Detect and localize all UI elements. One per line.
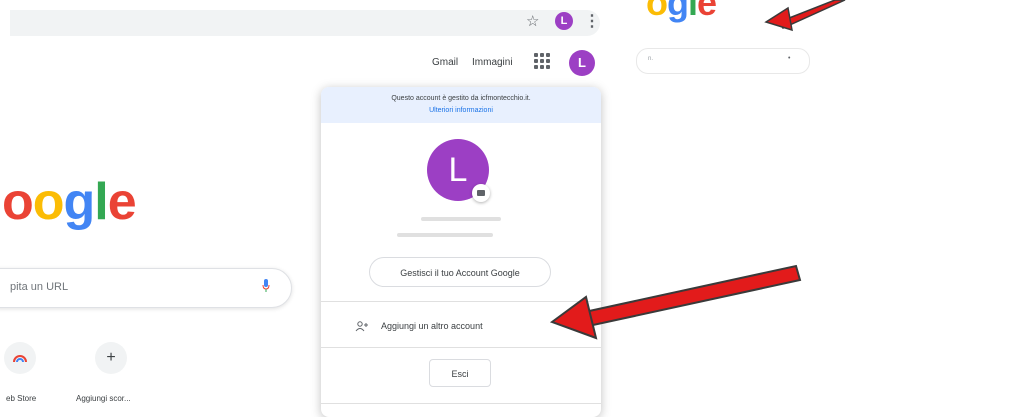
red-arrow-top-head xyxy=(764,6,793,32)
red-arrow-main-head xyxy=(549,295,598,340)
red-arrow-main xyxy=(578,264,802,329)
annotation-arrows xyxy=(549,0,846,340)
